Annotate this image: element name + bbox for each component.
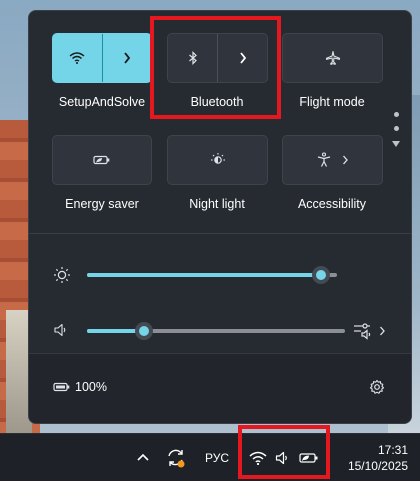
volume-slider[interactable] <box>87 322 345 340</box>
update-tray-button[interactable] <box>164 446 188 470</box>
audio-output-icon <box>354 323 371 340</box>
page-down-icon[interactable] <box>392 141 400 147</box>
quick-settings-panel: SetupAndSolve Bluetooth Flight mode Ener… <box>28 10 412 424</box>
battery-percentage: 100% <box>75 380 107 394</box>
bluetooth-label: Bluetooth <box>190 95 244 109</box>
accessibility-tile[interactable] <box>282 135 383 185</box>
page-dot-2[interactable] <box>394 126 399 131</box>
wifi-tile[interactable] <box>52 33 152 83</box>
bluetooth-icon <box>188 51 197 65</box>
accessibility-label: Accessibility <box>297 197 367 211</box>
chevron-right-icon <box>380 326 385 336</box>
brightness-icon <box>54 267 70 283</box>
audio-output-button[interactable] <box>353 320 389 342</box>
night-light-icon <box>210 153 225 164</box>
bluetooth-expand-button[interactable] <box>218 34 267 82</box>
airplane-icon <box>325 50 340 65</box>
energy-saver-icon <box>93 155 110 165</box>
taskbar: РУС 17:31 15/10/2025 <box>0 433 420 481</box>
clock-time: 17:31 <box>377 443 408 457</box>
wifi-expand-button[interactable] <box>103 34 152 82</box>
flight-mode-label: Flight mode <box>299 95 365 109</box>
night-light-tile[interactable] <box>167 135 268 185</box>
speaker-icon <box>275 451 287 465</box>
wifi-label: SetupAndSolve <box>58 95 146 109</box>
settings-gear-icon[interactable] <box>369 379 385 395</box>
chevron-up-icon <box>137 453 149 461</box>
language-indicator[interactable]: РУС <box>200 446 234 470</box>
wifi-icon <box>249 451 267 465</box>
show-hidden-icons-button[interactable] <box>132 446 154 468</box>
brightness-thumb[interactable] <box>312 266 330 284</box>
chevron-right-icon <box>239 52 246 64</box>
system-tray-button[interactable] <box>244 444 324 472</box>
sync-update-icon <box>168 449 185 468</box>
section-divider <box>29 233 411 234</box>
brightness-fill <box>87 273 321 277</box>
clock-date: 15/10/2025 <box>347 459 408 473</box>
chevron-right-icon <box>124 52 130 64</box>
brightness-slider[interactable] <box>87 266 337 284</box>
energy-saver-tile[interactable] <box>52 135 152 185</box>
language-label: РУС <box>204 451 230 465</box>
wifi-icon <box>69 52 85 64</box>
accessibility-icon <box>317 152 331 167</box>
wifi-toggle[interactable] <box>53 34 102 82</box>
night-light-label: Night light <box>189 197 245 211</box>
quick-settings-footer: 100% <box>29 353 411 423</box>
chevron-right-icon <box>343 155 348 165</box>
bluetooth-tile[interactable] <box>167 33 268 83</box>
battery-saver-icon <box>53 382 70 392</box>
volume-icon <box>54 323 66 337</box>
page-dot-1[interactable] <box>394 112 399 117</box>
battery-status-button[interactable]: 100% <box>53 380 107 394</box>
volume-thumb[interactable] <box>135 322 153 340</box>
battery-icon <box>299 453 318 463</box>
flight-mode-tile[interactable] <box>282 33 383 83</box>
taskbar-clock[interactable]: 17:31 15/10/2025 <box>348 442 408 474</box>
bluetooth-toggle[interactable] <box>168 34 217 82</box>
energy-saver-label: Energy saver <box>65 197 139 211</box>
